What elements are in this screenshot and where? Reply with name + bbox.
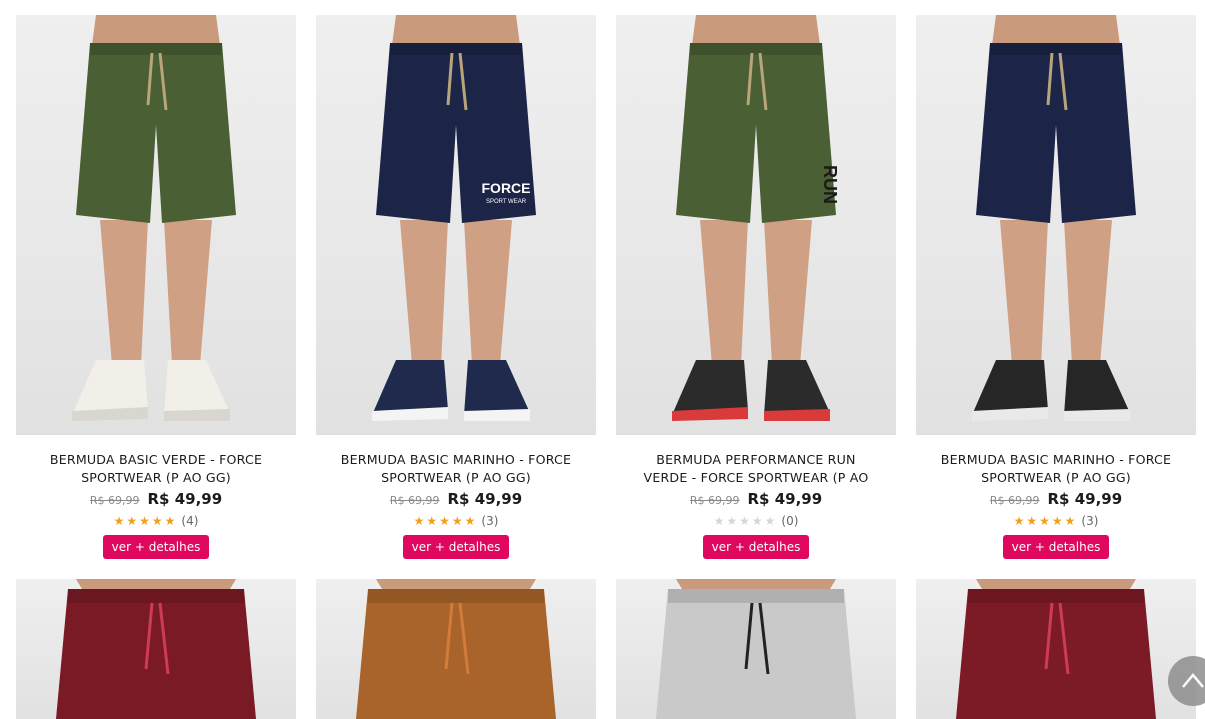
star-icon: ★ xyxy=(1064,514,1076,528)
review-count: (3) xyxy=(481,514,499,528)
star-icon: ★ xyxy=(164,514,176,528)
price-block: R$ 69,99 R$ 49,99 xyxy=(616,489,896,508)
price-block: R$ 69,99 R$ 49,99 xyxy=(316,489,596,508)
price-block: R$ 69,99 R$ 49,99 xyxy=(16,489,296,508)
star-icon: ★ xyxy=(764,514,776,528)
star-icon: ★ xyxy=(126,514,138,528)
star-icon: ★ xyxy=(464,514,476,528)
star-icon: ★ xyxy=(413,514,425,528)
product-image[interactable] xyxy=(616,579,896,719)
sale-price: R$ 49,99 xyxy=(747,490,823,508)
rating: ★ ★ ★ ★ ★ (4) xyxy=(16,514,296,528)
details-button[interactable]: ver + detalhes xyxy=(1003,535,1109,559)
sale-price: R$ 49,99 xyxy=(1047,490,1123,508)
star-icon: ★ xyxy=(726,514,738,528)
star-icon: ★ xyxy=(739,514,750,528)
sale-price: R$ 49,99 xyxy=(447,490,523,508)
star-icon: ★ xyxy=(426,514,438,528)
rating: ★ ★ ★ ★ ★ (0) xyxy=(616,514,896,528)
star-icon: ★ xyxy=(1039,514,1050,528)
sale-price: R$ 49,99 xyxy=(147,490,223,508)
product-title[interactable]: BERMUDA BASIC MARINHO - FORCE SPORTWEAR … xyxy=(936,451,1176,487)
product-title[interactable]: BERMUDA BASIC MARINHO - FORCE SPORTWEAR … xyxy=(336,451,576,487)
svg-text:FORCE: FORCE xyxy=(482,180,531,196)
product-image[interactable] xyxy=(316,579,596,719)
star-icon: ★ xyxy=(439,514,450,528)
details-button[interactable]: ver + detalhes xyxy=(703,535,809,559)
star-icon: ★ xyxy=(1026,514,1038,528)
details-button[interactable]: ver + detalhes xyxy=(103,535,209,559)
product-title[interactable]: BERMUDA BASIC VERDE - FORCE SPORTWEAR (P… xyxy=(36,451,276,487)
star-icon: ★ xyxy=(139,514,150,528)
star-icon: ★ xyxy=(451,514,463,528)
star-icon: ★ xyxy=(1051,514,1063,528)
star-icon: ★ xyxy=(713,514,725,528)
svg-text:RUN: RUN xyxy=(820,165,840,204)
product-image[interactable]: FORCE SPORT WEAR xyxy=(316,15,596,435)
star-icon: ★ xyxy=(751,514,763,528)
old-price: R$ 69,99 xyxy=(89,494,140,507)
rating: ★ ★ ★ ★ ★ (3) xyxy=(916,514,1196,528)
product-image[interactable] xyxy=(16,579,296,719)
price-block: R$ 69,99 R$ 49,99 xyxy=(916,489,1196,508)
product-image[interactable] xyxy=(16,15,296,435)
star-icon: ★ xyxy=(113,514,125,528)
product-image[interactable] xyxy=(916,15,1196,435)
review-count: (3) xyxy=(1081,514,1099,528)
old-price: R$ 69,99 xyxy=(989,494,1040,507)
old-price: R$ 69,99 xyxy=(689,494,740,507)
review-count: (4) xyxy=(181,514,199,528)
svg-text:SPORT WEAR: SPORT WEAR xyxy=(486,199,527,205)
review-count: (0) xyxy=(781,514,799,528)
chevron-up-icon xyxy=(1182,673,1204,688)
star-icon: ★ xyxy=(151,514,163,528)
product-image[interactable]: RUN xyxy=(616,15,896,435)
star-icon: ★ xyxy=(1013,514,1025,528)
details-button[interactable]: ver + detalhes xyxy=(403,535,509,559)
old-price: R$ 69,99 xyxy=(389,494,440,507)
product-title[interactable]: BERMUDA PERFORMANCE RUN VERDE - FORCE SP… xyxy=(636,451,876,487)
rating: ★ ★ ★ ★ ★ (3) xyxy=(316,514,596,528)
product-image[interactable] xyxy=(916,579,1196,719)
